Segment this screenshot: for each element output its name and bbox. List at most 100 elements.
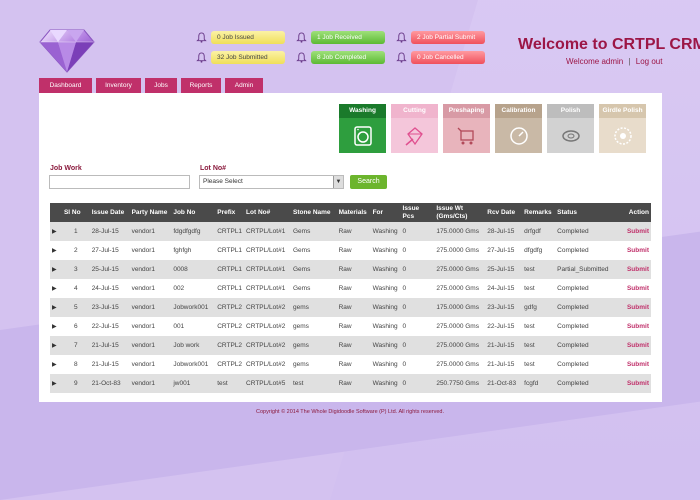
submit-link[interactable]: Submit (616, 355, 651, 374)
expand-arrow-icon[interactable]: ▶ (50, 317, 62, 336)
column-header[interactable]: Job No (171, 203, 215, 222)
table-row: ▶ 5 23-Jul-15 vendor1 Jobwork001 CRTPL2 CRTPL/… (50, 298, 651, 317)
table-cell: 9 (74, 380, 78, 387)
submit-link[interactable]: Submit (616, 241, 651, 260)
column-header[interactable]: Rcv Date (485, 203, 522, 222)
table-cell: CRTPL1 (217, 247, 243, 254)
column-header[interactable]: For (371, 203, 401, 222)
lot-no-select[interactable]: Please Select ▼ (199, 175, 344, 189)
job-work-input[interactable] (49, 175, 190, 189)
table-cell: Gems (292, 228, 311, 235)
search-button[interactable]: Search (350, 175, 387, 189)
notification-item[interactable]: 8 Job Completed (296, 51, 385, 64)
notification-item[interactable]: 0 Job Cancelled (396, 51, 485, 64)
table-cell: test (524, 266, 535, 273)
stage-preshaping[interactable]: Preshaping (443, 104, 490, 153)
table-row: ▶ 8 21-Jul-15 vendor1 Jobwork001 CRTPL2 CRTPL/… (50, 355, 651, 374)
stage-polish[interactable]: Polish (547, 104, 594, 153)
table-cell: 21-Jul-15 (91, 342, 119, 349)
diamond-cutting-icon (404, 125, 426, 147)
username: admin (601, 57, 624, 66)
column-header[interactable]: Issue Wt (Gms/Cts) (434, 203, 485, 222)
bell-icon (296, 32, 307, 43)
table-cell: 275.0000 Gms (436, 247, 479, 254)
stage-calibration[interactable]: Calibration (495, 104, 542, 153)
table-cell: Raw (338, 323, 352, 330)
stage-girdle-polish[interactable]: Girdle Polish (599, 104, 646, 153)
table-cell: 22-Jul-15 (91, 323, 119, 330)
table-cell: Raw (338, 342, 352, 349)
nav-jobs[interactable]: Jobs (145, 78, 177, 93)
table-cell: Raw (338, 361, 352, 368)
table-cell: CRTPL/Lot#2 (246, 304, 286, 311)
chevron-down-icon[interactable]: ▼ (333, 176, 343, 188)
table-cell: Washing (372, 266, 398, 273)
stage-label: Preshaping (443, 104, 490, 118)
notification-label: 8 Job Completed (311, 51, 385, 64)
expand-arrow-icon[interactable]: ▶ (50, 222, 62, 241)
table-cell: 4 (74, 285, 78, 292)
table-cell: 28-Jul-15 (91, 228, 119, 235)
expand-arrow-icon[interactable]: ▶ (50, 336, 62, 355)
expand-arrow-icon[interactable]: ▶ (50, 374, 62, 393)
table-cell: Raw (338, 266, 352, 273)
column-header[interactable]: Remarks (522, 203, 555, 222)
nav-reports[interactable]: Reports (181, 78, 221, 93)
expand-arrow-icon[interactable]: ▶ (50, 260, 62, 279)
table-cell: 3 (74, 266, 78, 273)
notification-item[interactable]: 2 Job Partial Submit (396, 31, 485, 44)
cart-icon (456, 125, 478, 147)
table-cell: test (524, 285, 535, 292)
notification-item[interactable]: 1 Job Received (296, 31, 385, 44)
column-header[interactable]: Issue Pcs (401, 203, 435, 222)
column-header[interactable]: Prefix (215, 203, 244, 222)
column-header[interactable]: Party Name (130, 203, 172, 222)
table-row: ▶ 7 21-Jul-15 vendor1 Job work CRTPL2 CRTPL/Lo… (50, 336, 651, 355)
table-cell: 24-Jul-15 (91, 285, 119, 292)
column-header[interactable]: Lot No# (244, 203, 291, 222)
table-cell: gems (292, 304, 309, 311)
submit-link[interactable]: Submit (616, 298, 651, 317)
column-header[interactable]: Action (616, 203, 651, 222)
stage-cutting[interactable]: Cutting (391, 104, 438, 153)
column-header[interactable]: Sl No (62, 203, 90, 222)
table-cell: Gems (292, 247, 311, 254)
table-cell: dfgdfg (524, 247, 543, 254)
logout-link[interactable]: Log out (636, 57, 663, 66)
table-cell: vendor1 (131, 361, 156, 368)
submit-link[interactable]: Submit (616, 222, 651, 241)
submit-link[interactable]: Submit (616, 260, 651, 279)
column-header[interactable]: Stone Name (291, 203, 337, 222)
expand-arrow-icon[interactable]: ▶ (50, 241, 62, 260)
table-cell: 28-Jul-15 (487, 228, 515, 235)
table-cell: fdgdfgdfg (173, 228, 201, 235)
expand-arrow-icon[interactable]: ▶ (50, 279, 62, 298)
table-cell: CRTPL/Lot#2 (246, 361, 286, 368)
table-cell: CRTPL2 (217, 342, 243, 349)
table-row: ▶ 2 27-Jul-15 vendor1 fghfgh CRTPL1 CRTPL/Lot#… (50, 241, 651, 260)
table-cell: 25-Jul-15 (91, 266, 119, 273)
nav-dashboard[interactable]: Dashboard (39, 78, 92, 93)
submit-link[interactable]: Submit (616, 336, 651, 355)
column-header[interactable]: Materials (337, 203, 371, 222)
submit-link[interactable]: Submit (616, 374, 651, 393)
gauge-icon (508, 125, 530, 147)
table-cell: vendor1 (131, 285, 156, 292)
notification-item[interactable]: 32 Job Submitted (196, 51, 285, 64)
column-header[interactable]: Issue Date (90, 203, 130, 222)
stage-washing[interactable]: Washing (339, 104, 386, 153)
nav-admin[interactable]: Admin (225, 78, 263, 93)
page-title: Welcome to CRTPL CRM (518, 36, 700, 53)
expand-arrow-icon[interactable]: ▶ (50, 355, 62, 374)
table-cell: fghfgh (173, 247, 192, 254)
submit-link[interactable]: Submit (616, 317, 651, 336)
table-cell: CRTPL/Lot#2 (246, 323, 286, 330)
expand-arrow-icon[interactable]: ▶ (50, 298, 62, 317)
notification-item[interactable]: 0 Job Issued (196, 31, 285, 44)
nav-inventory[interactable]: Inventory (96, 78, 141, 93)
table-cell: 002 (173, 285, 185, 292)
column-header[interactable]: Status (555, 203, 616, 222)
table-cell: 23-Jul-15 (487, 304, 515, 311)
submit-link[interactable]: Submit (616, 279, 651, 298)
table-cell: Washing (372, 228, 398, 235)
